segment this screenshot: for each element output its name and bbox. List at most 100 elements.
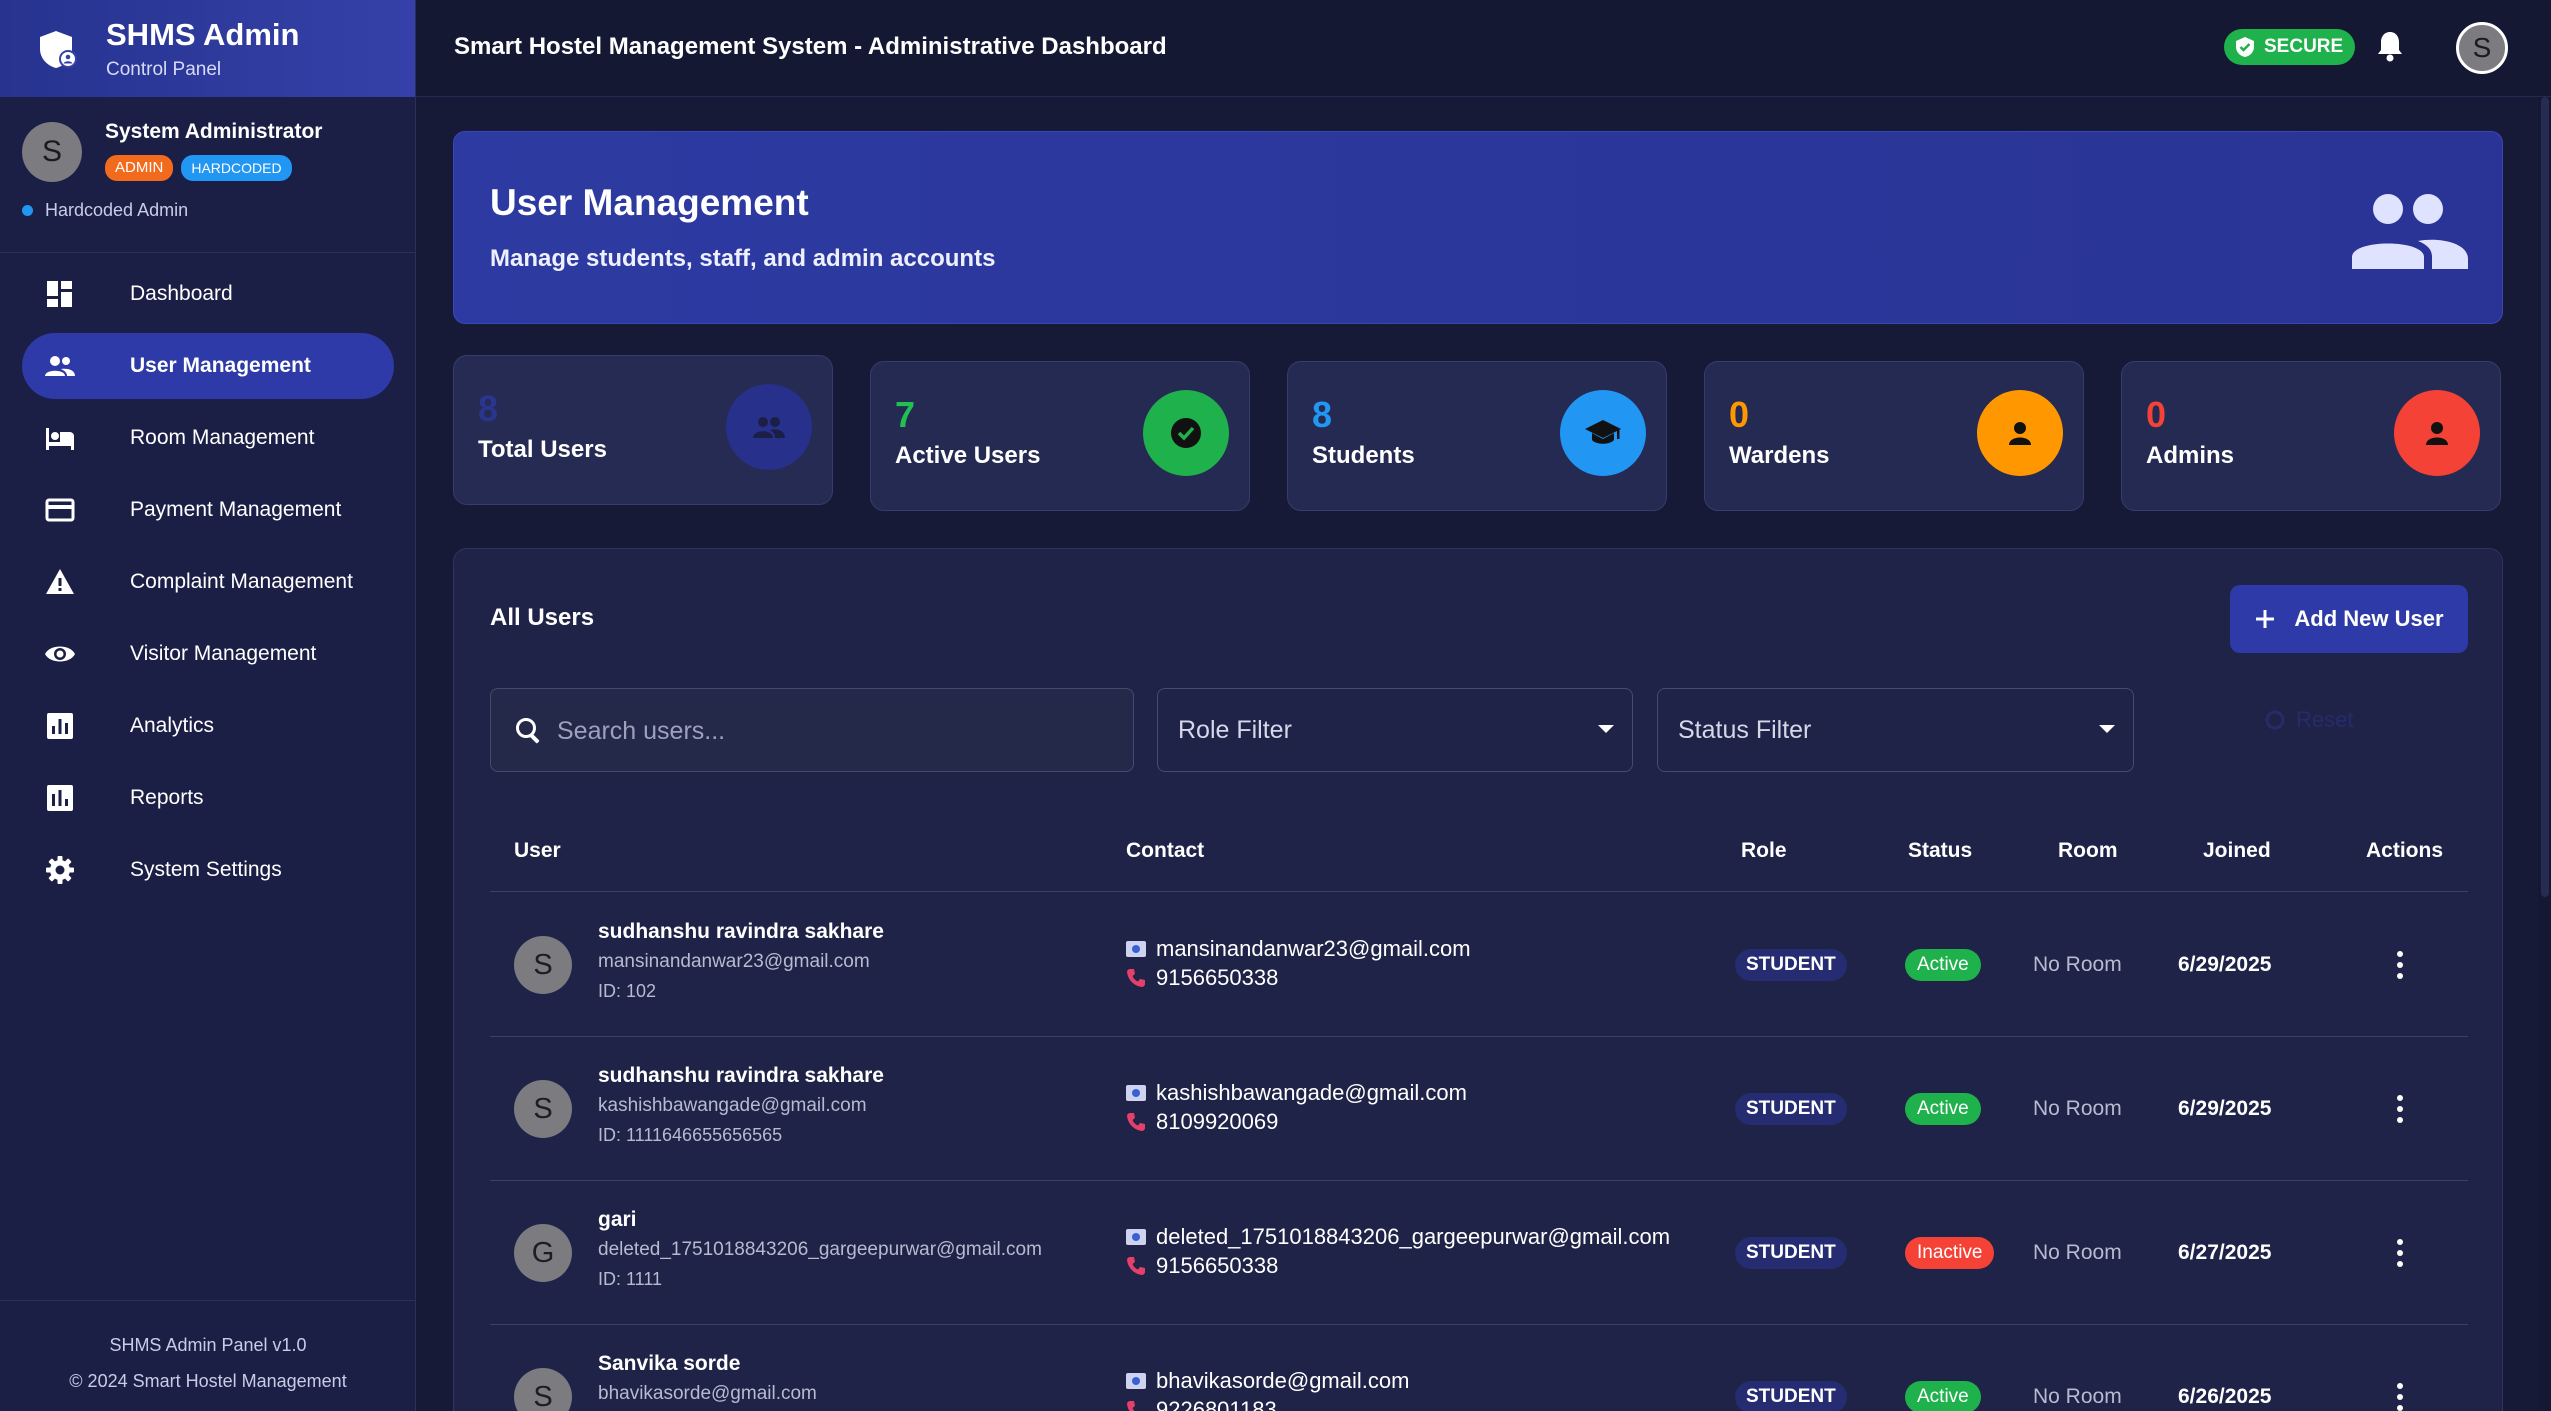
- hardcoded-badge: HARDCODED: [181, 155, 292, 181]
- contact-phone-text: 9226801183: [1156, 1397, 1277, 1411]
- chevron-down-icon: [1598, 725, 1614, 733]
- contact-email: deleted_1751018843206_gargeepurwar@gmail…: [1126, 1224, 1670, 1250]
- reset-label: Reset: [2296, 707, 2354, 732]
- add-new-user-button[interactable]: Add New User: [2230, 585, 2468, 653]
- sidebar-item-system-settings[interactable]: System Settings: [22, 837, 394, 903]
- joined-date: 6/26/2025: [2178, 1385, 2272, 1408]
- search-box[interactable]: [490, 688, 1134, 772]
- phone-icon: [1127, 1257, 1145, 1275]
- contact-phone: 9156650338: [1126, 965, 1278, 991]
- status-badge: Inactive: [1905, 1237, 1995, 1269]
- brand-subtitle: Control Panel: [106, 58, 222, 80]
- stat-card-students: 8 Students: [1287, 361, 1667, 511]
- sidebar-item-user-management[interactable]: User Management: [22, 333, 394, 399]
- stat-icon-circle: [1977, 390, 2063, 476]
- bar-chart-icon: [47, 785, 73, 811]
- sidebar-item-dashboard[interactable]: Dashboard: [22, 261, 394, 327]
- footer-copyright: © 2024 Smart Hostel Management: [69, 1371, 347, 1391]
- joined-date: 6/29/2025: [2178, 953, 2272, 976]
- add-new-user-label: Add New User: [2294, 606, 2444, 631]
- table-row[interactable]: S sudhanshu ravindra sakhare mansinandan…: [490, 893, 2468, 1037]
- contact-email: kashishbawangade@gmail.com: [1126, 1080, 1467, 1106]
- row-avatar: S: [514, 936, 572, 994]
- role-chip: STUDENT: [1735, 1237, 1847, 1269]
- gear-icon: [46, 856, 74, 884]
- contact-email-text: mansinandanwar23@gmail.com: [1156, 936, 1471, 961]
- column-header-user: User: [514, 839, 561, 862]
- stat-card-admins: 0 Admins: [2121, 361, 2501, 511]
- secure-label: SECURE: [2264, 36, 2344, 57]
- hero-subtitle: Manage students, staff, and admin accoun…: [490, 245, 996, 272]
- column-header-role: Role: [1741, 839, 1787, 862]
- stat-label: Total Users: [478, 436, 607, 463]
- phone-icon: [1127, 969, 1145, 987]
- stat-value: 8: [1312, 394, 1333, 435]
- profile-badges: ADMIN HARDCODED: [105, 155, 292, 181]
- user-name: gari: [598, 1208, 637, 1231]
- more-actions-icon[interactable]: [2390, 1375, 2410, 1411]
- search-icon: [516, 718, 540, 744]
- sidebar-item-label: Dashboard: [130, 282, 233, 305]
- sidebar-item-payment-management[interactable]: Payment Management: [22, 477, 394, 543]
- user-name: Sanvika sorde: [598, 1352, 741, 1375]
- people-icon: [753, 417, 785, 438]
- more-actions-icon[interactable]: [2390, 1087, 2410, 1131]
- table-row[interactable]: S Sanvika sorde bhavikasorde@gmail.com b…: [490, 1325, 2468, 1411]
- people-icon: [45, 356, 75, 376]
- table-row[interactable]: G gari deleted_1751018843206_gargeepurwa…: [490, 1181, 2468, 1325]
- sidebar-item-label: Visitor Management: [130, 642, 317, 665]
- email-icon: [1126, 941, 1146, 957]
- room-text: No Room: [2033, 1385, 2122, 1408]
- analytics-icon: [47, 713, 73, 739]
- room-text: No Room: [2033, 953, 2122, 976]
- stat-label: Students: [1312, 442, 1415, 469]
- column-header-actions: Actions: [2366, 839, 2444, 862]
- room-text: No Room: [2033, 1241, 2122, 1264]
- sidebar-item-label: Room Management: [130, 426, 315, 449]
- sidebar-item-label: System Settings: [130, 858, 282, 881]
- user-avatar[interactable]: S: [2456, 22, 2508, 74]
- admin-badge: ADMIN: [105, 155, 174, 181]
- scrollbar-thumb[interactable]: [2541, 97, 2549, 897]
- stat-icon-circle: [1143, 390, 1229, 476]
- more-actions-icon[interactable]: [2390, 1231, 2410, 1275]
- user-email: bhavikasorde@gmail.com: [598, 1383, 817, 1404]
- sidebar-item-reports[interactable]: Reports: [22, 765, 394, 831]
- status-filter-select[interactable]: Status Filter: [1657, 688, 2134, 772]
- sidebar-item-label: Analytics: [130, 714, 215, 737]
- stat-card-wardens: 0 Wardens: [1704, 361, 2084, 511]
- brand-header: SHMS Admin Control Panel: [0, 0, 415, 97]
- room-text: No Room: [2033, 1097, 2122, 1120]
- bed-icon: [46, 428, 74, 450]
- search-input[interactable]: [557, 709, 1117, 753]
- person-icon: [2009, 422, 2031, 445]
- more-actions-icon[interactable]: [2390, 943, 2410, 987]
- credit-card-icon: [45, 498, 75, 522]
- users-table-card: All Users Add New User Role Filter Statu…: [453, 548, 2503, 1411]
- shield-check-icon: [2236, 37, 2254, 57]
- sidebar-item-complaint-management[interactable]: Complaint Management: [22, 549, 394, 615]
- profile-avatar[interactable]: S: [22, 122, 82, 182]
- role-filter-select[interactable]: Role Filter: [1157, 688, 1633, 772]
- warning-icon: [46, 569, 74, 594]
- user-id: ID: 1111646655656565: [598, 1125, 783, 1145]
- sidebar-item-room-management[interactable]: Room Management: [22, 405, 394, 471]
- top-bar: Smart Hostel Management System - Adminis…: [416, 0, 2551, 97]
- joined-date: 6/27/2025: [2178, 1241, 2272, 1264]
- user-email: kashishbawangade@gmail.com: [598, 1095, 867, 1116]
- chevron-down-icon: [2099, 725, 2115, 733]
- status-filter-label: Status Filter: [1678, 715, 1812, 744]
- status-badge: Active: [1905, 949, 1981, 981]
- contact-email-text: deleted_1751018843206_gargeepurwar@gmail…: [1156, 1224, 1671, 1249]
- stat-value: 7: [895, 394, 916, 435]
- phone-icon: [1127, 1401, 1140, 1411]
- table-row[interactable]: S sudhanshu ravindra sakhare kashishbawa…: [490, 1037, 2468, 1181]
- sidebar-item-label: Payment Management: [130, 498, 342, 521]
- hero-title: User Management: [490, 182, 809, 223]
- sidebar-item-analytics[interactable]: Analytics: [22, 693, 394, 759]
- bell-icon[interactable]: [2372, 28, 2408, 64]
- reset-button[interactable]: Reset: [2264, 707, 2353, 733]
- sidebar-item-visitor-management[interactable]: Visitor Management: [22, 621, 394, 687]
- user-name: sudhanshu ravindra sakhare: [598, 1064, 884, 1087]
- contact-phone: 9156650338: [1126, 1253, 1278, 1279]
